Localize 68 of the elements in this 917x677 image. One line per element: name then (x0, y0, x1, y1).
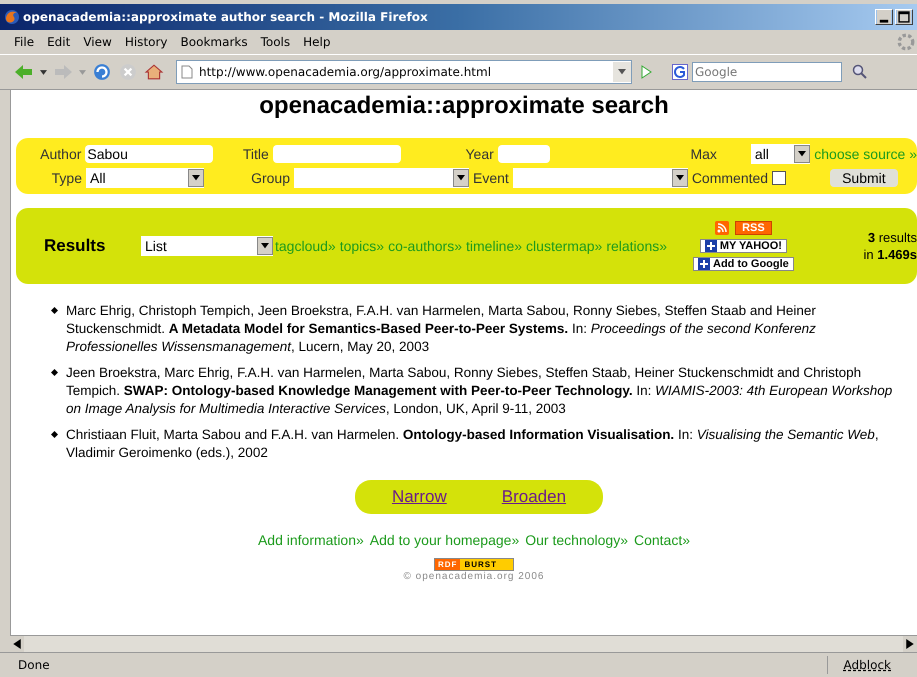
commented-label: Commented (692, 170, 768, 186)
copyright-text: © openacademia.org 2006 (402, 571, 546, 582)
dropdown-arrow-icon[interactable] (40, 70, 47, 74)
title-label: Title (242, 146, 269, 162)
type-label: Type (50, 170, 82, 186)
rss-icon[interactable] (715, 221, 730, 235)
address-field[interactable]: http://www.openacademia.org/approximate.html (176, 60, 632, 84)
adblock-button[interactable]: Adblock (826, 656, 907, 674)
caret-icon[interactable] (261, 243, 269, 249)
year-field[interactable] (498, 145, 550, 163)
reload-icon[interactable] (92, 63, 112, 81)
results-count: 3 results (868, 230, 917, 245)
bullet-icon (51, 307, 58, 314)
footer-link[interactable]: Our technology» (525, 532, 628, 548)
menu-item[interactable]: File (12, 35, 42, 49)
broaden-link[interactable]: Broaden (502, 487, 566, 507)
my-yahoo-button[interactable]: MY YAHOO! (700, 239, 787, 253)
caret-icon[interactable] (457, 175, 465, 181)
footer-link[interactable]: Add information» (258, 532, 364, 548)
window-title: openacademia::approximate author search - Mozilla Firefox (23, 10, 429, 24)
publication-entry: Jeen Broekstra, Marc Ehrig, F.A.H. van Harmelen, Marta Sabou, Ronny Siebes, Steffen Staab, Heiner Stuckenschmidt and Christoph Tempich. SWAP: Ontology-based Knowledge Management with Peer-to-Peer Technology. In: WIAMIS-2003: 4th European Workshop on Image Analysis for Multimedia Interactive Services, London, UK, April 9-11, 2003 (66, 364, 894, 418)
footer-link[interactable]: Contact» (634, 532, 690, 548)
group-label: Group (250, 170, 290, 186)
menu-item[interactable]: Help (301, 35, 338, 49)
submit-button[interactable]: Submit (830, 169, 898, 187)
rdf-burst-badge[interactable]: RDF BURST (434, 558, 514, 571)
commented-checkbox[interactable] (772, 171, 786, 185)
plus-icon (704, 240, 717, 252)
plus-icon (698, 258, 710, 270)
page-heading: openacademia::approximate search (258, 92, 670, 120)
menu-item[interactable]: View (81, 35, 120, 49)
home-icon[interactable] (144, 63, 164, 81)
results-label: Results (44, 236, 106, 256)
publication-entry: Marc Ehrig, Christoph Tempich, Jeen Broekstra, F.A.H. van Harmelen, Marta Sabou, Ronny Siebes, Steffen Staab and Heiner Stuckenschmidt. A Metadata Model for Semantics-Based Peer-to-Peer Systems. In: Proceedings of the second Konferenz Professionelles Wissensmanagement, Lucern, May 20, 2003 (66, 302, 817, 356)
menu-item[interactable]: Edit (45, 35, 78, 49)
caret-icon[interactable] (798, 151, 806, 157)
max-label: Max (689, 146, 718, 162)
type-select[interactable]: All (86, 168, 204, 188)
add-to-google-button[interactable]: Add to Google (693, 257, 794, 271)
publication-entry: Christiaan Fluit, Marta Sabou and F.A.H. van Harmelen. Ontology-based Information Visualisation. In: Visualising the Semantic Web, Vladimir Geroimenko (eds.), 2002 (66, 426, 880, 462)
max-select[interactable]: all (750, 144, 810, 164)
narrow-link[interactable]: Narrow (392, 487, 447, 507)
caret-icon[interactable] (676, 175, 684, 181)
menu-item[interactable]: History (122, 35, 176, 49)
search-time: in 1.469s (864, 247, 917, 262)
search-field[interactable]: Google (692, 62, 842, 82)
year-label: Year (464, 146, 494, 162)
menu-item[interactable]: Bookmarks (178, 35, 256, 49)
event-label: Event (473, 170, 509, 186)
horizontal-scrollbar[interactable] (10, 635, 917, 652)
author-label: Author (39, 146, 82, 162)
minimize-button[interactable] (875, 9, 893, 25)
author-field[interactable]: Sabou (85, 145, 214, 163)
maximize-button[interactable] (895, 9, 913, 25)
title-field[interactable] (272, 145, 401, 163)
menu-item[interactable]: Tools (258, 35, 298, 49)
bullet-icon (51, 369, 58, 376)
caret-icon[interactable] (192, 175, 200, 181)
search-icon[interactable] (852, 64, 868, 80)
status-text: Done (17, 658, 51, 672)
bullet-icon (51, 431, 58, 438)
browser-logo-icon (4, 9, 20, 25)
loading-indicator-icon (897, 33, 915, 51)
view-select[interactable]: List (141, 236, 273, 256)
caret-icon[interactable] (618, 69, 626, 75)
page-icon (181, 65, 193, 79)
search-engine-icon[interactable] (672, 64, 688, 80)
footer-link[interactable]: Add to your homepage» (370, 532, 520, 548)
